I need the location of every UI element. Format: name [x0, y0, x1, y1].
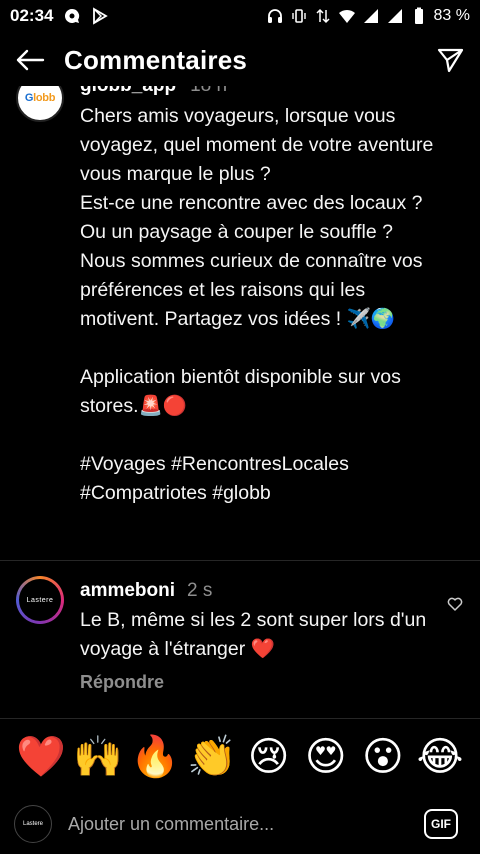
vibrate-icon	[290, 7, 308, 25]
post-text: Chers amis voyageurs, lorsque vous voyag…	[80, 105, 434, 504]
reply-button[interactable]: Répondre	[80, 672, 430, 693]
comment-avatar[interactable]: Lastere	[16, 576, 64, 624]
header: Commentaires	[0, 34, 480, 86]
emoji-clap-button[interactable]: 👏	[187, 733, 237, 781]
user-avatar-text: Lastere	[22, 821, 43, 827]
avatar-text: Lastere	[26, 596, 54, 604]
page-title: Commentaires	[64, 44, 248, 75]
emoji-surprised-button[interactable]: 😮	[359, 733, 407, 781]
avatar-inner: Lastere	[19, 579, 61, 621]
globb-logo: Globb	[24, 92, 56, 104]
post-avatar[interactable]: Globb	[16, 86, 64, 122]
emoji-crying-button[interactable]: 😢	[245, 733, 293, 781]
battery-percent: 83 %	[433, 7, 470, 24]
wifi-icon	[338, 7, 356, 25]
data-transfer-icon	[314, 7, 332, 25]
gif-button[interactable]: GIF	[424, 809, 458, 839]
comment-text: Le B, même si les 2 sont super lors d'un…	[80, 609, 427, 660]
chat-notification-icon	[63, 7, 81, 25]
post-time: 18 h	[190, 86, 227, 96]
post-header: globb_app 18 h	[80, 86, 440, 98]
comment-body: ammeboni 2 s Le B, même si les 2 sont sup…	[80, 578, 430, 693]
comment-username[interactable]: ammeboni	[80, 580, 175, 601]
like-button[interactable]	[444, 592, 466, 614]
emoji-raised-hands-button[interactable]: 🙌	[73, 733, 123, 781]
emoji-heart-button[interactable]: ❤️	[16, 733, 66, 781]
comment-time: 2 s	[187, 580, 213, 601]
status-time: 02:34	[10, 6, 54, 25]
comment-input-bar: Lastere GIF	[0, 794, 480, 854]
signal-g-icon	[362, 7, 380, 25]
comment-header: ammeboni 2 s	[80, 578, 430, 604]
emoji-reaction-bar: ❤️ 🙌 🔥 👏 😢 😍 😮 😂	[0, 718, 480, 794]
comments-list[interactable]: Globb globb_app 18 h Chers amis voyageurs…	[0, 86, 480, 718]
battery-icon	[410, 7, 428, 25]
divider	[0, 560, 480, 561]
status-bar: 02:34 83 %	[0, 0, 480, 32]
emoji-laughing-button[interactable]: 😂	[416, 733, 464, 781]
heart-icon	[447, 597, 463, 611]
post-username[interactable]: globb_app	[80, 86, 176, 96]
comment-input[interactable]	[68, 813, 424, 835]
send-icon	[437, 48, 464, 73]
back-button[interactable]	[14, 44, 46, 76]
arrow-left-icon	[16, 49, 45, 71]
comment-item: Lastere ammeboni 2 s Le B, même si les 2 …	[0, 576, 480, 706]
emoji-heart-eyes-button[interactable]: 😍	[302, 733, 350, 781]
headphones-icon	[266, 7, 284, 25]
user-avatar: Lastere	[14, 805, 52, 843]
signal-3g-icon	[386, 7, 404, 25]
share-button[interactable]	[434, 44, 466, 76]
post-body: globb_app 18 h Chers amis voyageurs, lors…	[80, 86, 440, 508]
play-store-icon	[91, 7, 109, 25]
emoji-fire-button[interactable]: 🔥	[130, 733, 180, 781]
